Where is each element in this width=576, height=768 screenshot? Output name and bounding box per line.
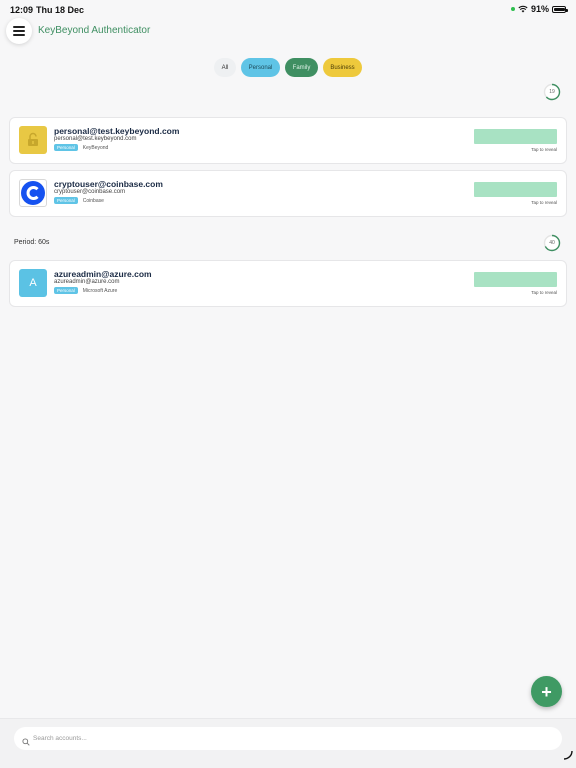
account-card[interactable]: A azureadmin@azure.com azureadmin@azure.… — [9, 260, 567, 307]
add-account-button[interactable]: + — [531, 676, 562, 707]
tap-to-reveal-label: Tap to reveal — [531, 290, 557, 295]
account-card[interactable]: personal@test.keybeyond.com personal@tes… — [9, 117, 567, 164]
account-tags: Personal KeyBeyond — [54, 144, 108, 151]
hidden-code[interactable] — [474, 182, 557, 197]
account-title: cryptouser@coinbase.com — [54, 179, 163, 189]
countdown-value: 40 — [549, 240, 555, 246]
account-tags: Personal Microsoft Azure — [54, 287, 117, 294]
period-label: Period: 60s — [14, 239, 50, 246]
filter-chip-personal[interactable]: Personal — [241, 58, 280, 77]
account-card[interactable]: cryptouser@coinbase.com cryptouser@coinb… — [9, 170, 567, 217]
issuer-label: KeyBeyond — [82, 144, 109, 151]
account-title: azureadmin@azure.com — [54, 269, 152, 279]
account-subtitle: azureadmin@azure.com — [54, 279, 120, 285]
account-title: personal@test.keybeyond.com — [54, 126, 180, 136]
hidden-code[interactable] — [474, 129, 557, 144]
issuer-label: Microsoft Azure — [82, 287, 118, 294]
tap-to-reveal-label: Tap to reveal — [531, 147, 557, 152]
menu-button[interactable] — [6, 18, 32, 44]
search-bar-container — [0, 718, 576, 768]
app-title: KeyBeyond Authenticator — [38, 25, 151, 36]
hamburger-icon-line — [13, 25, 25, 28]
category-tag: Personal — [54, 197, 78, 204]
countdown-timer: 40 — [543, 234, 561, 252]
hidden-code[interactable] — [474, 272, 557, 287]
hamburger-icon-line — [13, 30, 25, 32]
wifi-icon — [518, 5, 528, 13]
tap-to-reveal-label: Tap to reveal — [531, 200, 557, 205]
filter-chip-family[interactable]: Family — [285, 58, 318, 77]
account-subtitle: personal@test.keybeyond.com — [54, 136, 137, 142]
home-indicator-corner-icon — [563, 747, 573, 765]
account-tags: Personal Coinbase — [54, 197, 104, 204]
countdown-value: 19 — [549, 89, 555, 95]
hamburger-icon-line — [13, 34, 25, 37]
countdown-timer: 19 — [543, 83, 561, 101]
battery-percent: 91% — [530, 4, 549, 14]
status-date: Thu 18 Dec — [36, 5, 85, 15]
status-indicators: 91% — [510, 4, 568, 14]
account-subtitle: cryptouser@coinbase.com — [54, 189, 126, 195]
lock-icon — [19, 126, 47, 154]
category-tag: Personal — [54, 287, 78, 294]
status-time: 12:09 — [10, 5, 34, 15]
issuer-label: Coinbase — [82, 197, 104, 204]
category-tag: Personal — [54, 144, 78, 151]
search-input[interactable] — [33, 731, 533, 746]
coinbase-logo-icon — [19, 179, 47, 207]
filter-chips: All Personal Family Business — [0, 58, 576, 77]
filter-chip-business[interactable]: Business — [323, 58, 362, 77]
privacy-dot-icon — [510, 7, 515, 11]
filter-chip-all[interactable]: All — [214, 58, 236, 77]
letter-a-icon: A — [19, 269, 47, 297]
search-icon — [22, 733, 30, 751]
search-bar[interactable] — [14, 727, 562, 750]
status-bar: 12:09 Thu 18 Dec 91% — [0, 0, 576, 20]
battery-icon — [552, 5, 568, 13]
